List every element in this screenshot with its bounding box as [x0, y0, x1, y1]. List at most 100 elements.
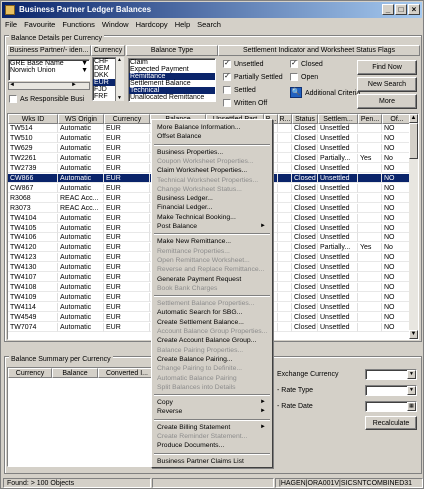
header-status[interactable]: Status: [292, 114, 318, 124]
maximize-button[interactable]: □: [395, 4, 407, 15]
scroll-down-icon[interactable]: ▼: [117, 95, 122, 101]
rate-type-dropdown[interactable]: ▼: [365, 385, 417, 396]
scroll-up-icon[interactable]: ▲: [117, 57, 122, 63]
currency-scrollbar[interactable]: ▲ ▼: [115, 57, 124, 101]
table-cell: [278, 203, 292, 213]
context-menu-item[interactable]: Copy ►: [154, 398, 270, 407]
additional-criteria-icon[interactable]: 🔍: [290, 87, 302, 98]
responsible-bu-checkbox[interactable]: As Responsible Busi: [9, 95, 84, 103]
list-item[interactable]: Claim: [129, 59, 215, 66]
summary-header-balance[interactable]: Balance: [52, 368, 98, 378]
table-cell: Unsettled: [318, 173, 358, 183]
checkbox-box[interactable]: ✓: [223, 60, 231, 68]
open-checkbox[interactable]: Open: [290, 73, 318, 81]
partially-settled-checkbox[interactable]: ✓ Partially Settled: [223, 73, 283, 81]
scroll-up-icon[interactable]: ▲: [409, 114, 418, 123]
context-menu-item[interactable]: Offset Balance: [154, 132, 270, 141]
menu-search[interactable]: Search: [197, 19, 221, 31]
calendar-icon[interactable]: ▦: [407, 402, 416, 411]
context-menu-item[interactable]: Business Partner Claims List: [154, 457, 270, 466]
recalculate-button[interactable]: Recalculate: [365, 416, 417, 430]
checkbox-box[interactable]: [223, 99, 231, 107]
context-menu-item[interactable]: More Balance Information...: [154, 123, 270, 132]
list-item-selected[interactable]: Remittance: [129, 73, 215, 80]
context-menu-item[interactable]: Generate Payment Request: [154, 275, 270, 284]
summary-header-currency[interactable]: Currency: [8, 368, 52, 378]
business-partner-list[interactable]: GRE Base Name ▼ Norwich Union ▼: [8, 59, 90, 81]
context-menu-item-label: Balance Pairing Properties...: [157, 346, 244, 354]
list-item[interactable]: GRE Base Name ▼: [9, 60, 89, 67]
bp-scrollbar[interactable]: ◄ ►: [8, 82, 90, 90]
exchange-currency-dropdown[interactable]: ▼: [365, 369, 417, 380]
title-bar[interactable]: Business Partner Ledger Balances _ □ ×: [2, 2, 422, 18]
table-cell: NO: [382, 313, 412, 323]
menu-favourite[interactable]: Favourite: [24, 19, 55, 31]
header-of[interactable]: Of...: [382, 114, 412, 124]
context-menu-item[interactable]: Make Technical Booking...: [154, 213, 270, 222]
grid-vertical-scrollbar[interactable]: ▲ ▼: [409, 114, 418, 339]
close-button[interactable]: ×: [408, 4, 420, 15]
header-settlement[interactable]: Settlem...: [318, 114, 358, 124]
new-search-button[interactable]: New Search: [357, 77, 417, 92]
checkbox-box[interactable]: [290, 73, 298, 81]
context-menu-item[interactable]: Reverse ►: [154, 407, 270, 416]
header-r[interactable]: R...: [278, 114, 292, 124]
context-menu-item[interactable]: Create Account Balance Group...: [154, 336, 270, 345]
more-button[interactable]: More: [357, 94, 417, 109]
unsettled-checkbox[interactable]: ✓ Unsettled: [223, 60, 264, 68]
header-wks-id[interactable]: Wks ID: [8, 114, 58, 124]
summary-table[interactable]: Currency Balance Converted I...: [7, 367, 157, 467]
scroll-right-icon[interactable]: ►: [71, 82, 77, 88]
context-menu-item[interactable]: Create Balance Pairing...: [154, 355, 270, 364]
menu-window[interactable]: Window: [102, 19, 129, 31]
header-pending[interactable]: Pen...: [358, 114, 382, 124]
list-item-selected[interactable]: Technical: [129, 87, 215, 94]
scroll-left-icon[interactable]: ◄: [9, 82, 15, 88]
context-menu-item[interactable]: Create Billing Statement ►: [154, 423, 270, 432]
find-now-button[interactable]: Find Now: [357, 60, 417, 75]
header-ws-origin[interactable]: WS Origin: [58, 114, 104, 124]
menu-help[interactable]: Help: [175, 19, 190, 31]
chevron-down-icon[interactable]: ▼: [407, 370, 416, 379]
context-menu-item-label: Copy: [157, 399, 173, 407]
header-currency[interactable]: Currency: [104, 114, 150, 124]
table-cell: Closed: [292, 303, 318, 313]
checkbox-box[interactable]: ✓: [223, 73, 231, 81]
written-off-checkbox[interactable]: Written Off: [223, 99, 267, 107]
table-cell: Closed: [292, 193, 318, 203]
menu-file[interactable]: File: [5, 19, 17, 31]
rate-date-field[interactable]: ▦: [365, 401, 417, 412]
minimize-button[interactable]: _: [382, 4, 394, 15]
summary-header-converted[interactable]: Converted I...: [98, 368, 156, 378]
checkbox-box[interactable]: [9, 95, 17, 103]
chevron-down-icon[interactable]: ▼: [81, 60, 88, 67]
menu-hardcopy[interactable]: Hardcopy: [136, 19, 168, 31]
checkbox-label: Partially Settled: [234, 73, 283, 81]
checkbox-box[interactable]: ✓: [290, 60, 298, 68]
settled-checkbox[interactable]: Settled: [223, 86, 256, 94]
chevron-down-icon[interactable]: ▼: [407, 386, 416, 395]
closed-checkbox[interactable]: ✓ Closed: [290, 60, 323, 68]
context-menu-item[interactable]: Produce Documents...: [154, 441, 270, 450]
list-item[interactable]: Norwich Union ▼: [9, 67, 89, 74]
context-menu-item[interactable]: Automatic Search for SBG...: [154, 308, 270, 317]
menu-functions[interactable]: Functions: [62, 19, 95, 31]
rate-date-label: - Rate Date: [277, 403, 313, 410]
context-menu-item[interactable]: Business Ledger...: [154, 194, 270, 203]
balance-type-list[interactable]: Claim Expected Payment Remittance Settle…: [128, 58, 216, 102]
list-item[interactable]: Unallocated Remittance: [129, 94, 215, 101]
additional-criteria-label[interactable]: Additional Criteria: [305, 90, 360, 97]
scroll-thumb[interactable]: [409, 123, 418, 159]
context-menu-item[interactable]: Make New Remittance...: [154, 237, 270, 246]
chevron-down-icon[interactable]: ▼: [81, 67, 88, 74]
scroll-down-icon[interactable]: ▼: [409, 330, 418, 339]
list-item[interactable]: Expected Payment: [129, 66, 215, 73]
checkbox-box[interactable]: [223, 86, 231, 94]
context-menu-item[interactable]: Claim Worksheet Properties...: [154, 166, 270, 175]
context-menu-item[interactable]: Create Settlement Balance...: [154, 318, 270, 327]
context-menu-item[interactable]: Post Balance ►: [154, 222, 270, 231]
context-menu-item[interactable]: Financial Ledger...: [154, 203, 270, 212]
submenu-arrow-icon: ►: [260, 399, 266, 406]
context-menu-item[interactable]: Business Properties...: [154, 148, 270, 157]
list-item[interactable]: Settlement Balance: [129, 80, 215, 87]
